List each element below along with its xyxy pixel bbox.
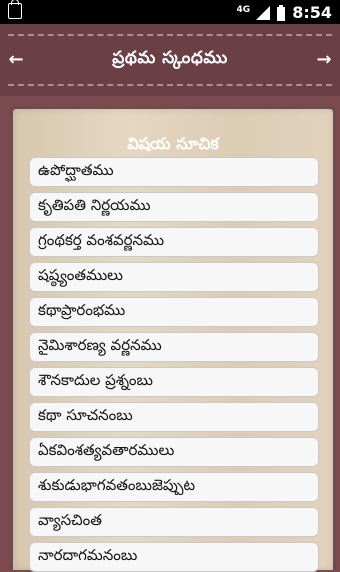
status-left [8, 0, 22, 23]
list-item[interactable]: కథా సూచనంబు [29, 402, 319, 432]
app-header: ← ప్రథమ స్కంధము → [0, 24, 340, 96]
network-type-label: 4G [236, 4, 251, 15]
contents-panel: విషయ సూచిక ఉపోద్ఘాతము కృతిపతి నిర్ణయము గ… [10, 106, 336, 572]
list-item-label: కృతిపతి నిర్ణయము [38, 196, 151, 214]
back-button[interactable]: ← [2, 44, 30, 74]
clock-time: 8:54 [292, 3, 332, 22]
list-item-label: వ్యాసచింత [38, 511, 102, 529]
list-item[interactable]: ఏకవింశత్యవతారములు [29, 437, 319, 467]
list-item[interactable]: గ్రంథకర్త వంశవర్ణనము [29, 227, 319, 257]
status-right: 4G 8:54 [237, 3, 332, 22]
list-item-label: కథాప్రారంభము [38, 301, 126, 319]
list-item[interactable]: నైమిశారణ్య వర్ణనము [29, 332, 319, 362]
list-item[interactable]: వ్యాసచింత [29, 507, 319, 537]
list-item[interactable]: కృతిపతి నిర్ణయము [29, 192, 319, 222]
list-item[interactable]: నారదాగమనంబు [29, 542, 319, 572]
forward-button[interactable]: → [310, 44, 338, 74]
arrow-left-icon: ← [8, 48, 24, 70]
list-item[interactable]: షష్ఠ్యంతములు [29, 262, 319, 292]
chapter-list: ఉపోద్ఘాతము కృతిపతి నిర్ణయము గ్రంథకర్త వం… [29, 157, 319, 572]
battery-icon [276, 4, 286, 21]
list-item-label: నారదాగమనంబు [38, 546, 138, 564]
list-item-label: ఉపోద్ఘాతము [38, 161, 114, 179]
list-item-label: ఏకవింశత్యవతారములు [38, 441, 175, 459]
list-item-label: కథా సూచనంబు [38, 406, 133, 424]
list-item[interactable]: కథాప్రారంభము [29, 297, 319, 327]
header-stitch-top [8, 34, 332, 36]
status-bar: 4G 8:54 [0, 0, 340, 24]
arrow-right-icon: → [316, 48, 332, 70]
list-item[interactable]: శుకుడుభాగవతంబుజెప్పుట [29, 472, 319, 502]
list-item-label: గ్రంథకర్త వంశవర్ణనము [38, 231, 165, 249]
signal-icon [256, 5, 271, 20]
list-item-label: నైమిశారణ్య వర్ణనము [38, 336, 162, 354]
page-title: ప్రథమ స్కంధము [112, 48, 228, 68]
header-stitch-bottom [8, 84, 332, 86]
list-item-label: శుకుడుభాగవతంబుజెప్పుట [38, 476, 196, 494]
list-item-label: షష్ఠ్యంతములు [38, 266, 123, 284]
shopping-bag-icon [8, 0, 22, 19]
list-item[interactable]: శౌనకాదుల ప్రశ్నంబు [29, 367, 319, 397]
list-item[interactable]: ఉపోద్ఘాతము [29, 157, 319, 187]
panel-title: విషయ సూచిక [127, 134, 219, 153]
list-item-label: శౌనకాదుల ప్రశ్నంబు [38, 371, 153, 389]
